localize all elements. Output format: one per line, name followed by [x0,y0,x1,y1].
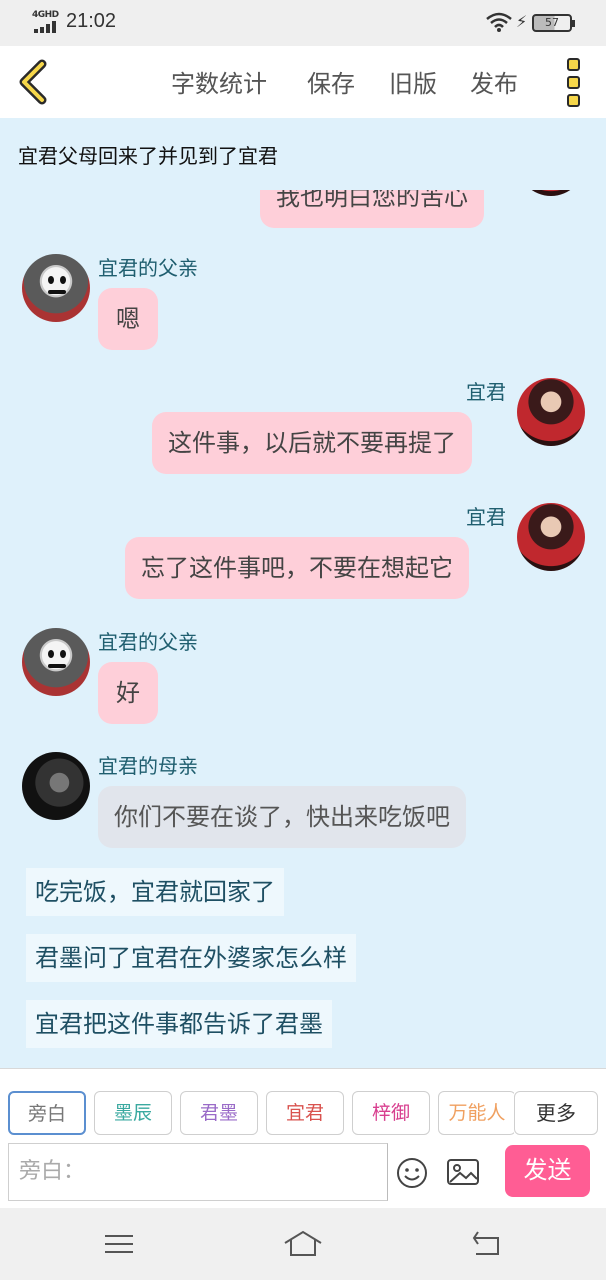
speaker-name: 宜君的母亲 [98,754,198,778]
avatar[interactable] [22,628,90,696]
home-icon[interactable] [283,1228,323,1260]
more-roles-button[interactable]: 更多 [514,1091,598,1135]
image-icon[interactable] [446,1157,480,1187]
menu-icon[interactable] [100,1228,140,1260]
more-menu-button[interactable] [562,58,586,108]
signal-icon [34,21,58,33]
back-nav-icon[interactable] [468,1228,508,1260]
editor-toolbar: 字数统计 保存 旧版 发布 [0,46,606,118]
role-button[interactable]: 万能人 [438,1091,514,1135]
avatar[interactable] [517,190,585,196]
word-count-button[interactable]: 字数统计 [171,64,267,99]
message-bubble[interactable]: 我也明白您的苦心 [260,190,484,228]
charging-icon: ⚡ [516,12,528,31]
message-bubble[interactable]: 你们不要在谈了，快出来吃饭吧 [98,786,466,848]
dialogue-input[interactable]: 旁白： [8,1143,388,1201]
speaker-name: 宜君的父亲 [98,256,198,280]
network-type: 4GHD [32,10,59,20]
wifi-icon [486,12,512,36]
avatar[interactable] [22,752,90,820]
chapter-title: 宜君父母回来了并见到了宜君 [18,144,278,168]
role-button[interactable]: 宜君 [266,1091,344,1135]
message-list[interactable]: 我也明白您的苦心 宜君的父亲 嗯 宜君 这件事，以后就不要再提了 宜君 忘了这件… [0,190,606,1068]
send-button[interactable]: 发送 [505,1145,590,1197]
clock: 21:02 [66,10,117,32]
publish-button[interactable]: 发布 [470,64,518,99]
battery-icon: 57 [532,14,575,32]
message-bubble[interactable]: 这件事，以后就不要再提了 [152,412,472,474]
old-version-button[interactable]: 旧版 [389,64,437,99]
narration-line[interactable]: 君墨问了宜君在外婆家怎么样 [26,934,356,982]
avatar[interactable] [517,378,585,446]
speaker-name: 宜君 [466,380,506,404]
role-selector[interactable]: 旁白 墨辰 君墨 宜君 梓御 万能人 [0,1091,514,1137]
message-bubble[interactable]: 好 [98,662,158,724]
narration-line[interactable]: 宜君把这件事都告诉了君墨 [26,1000,332,1048]
message-bubble[interactable]: 嗯 [98,288,158,350]
composer-panel: 旁白 墨辰 君墨 宜君 梓御 万能人 更多 旁白： 发送 [0,1068,606,1208]
story-chat-area[interactable]: 宜君父母回来了并见到了宜君 我也明白您的苦心 宜君的父亲 嗯 宜君 这件事，以后… [0,118,606,1068]
speaker-name: 宜君的父亲 [98,630,198,654]
save-button[interactable]: 保存 [307,64,355,99]
narration-line[interactable]: 吃完饭，宜君就回家了 [26,868,284,916]
avatar[interactable] [22,254,90,322]
system-nav-bar [0,1208,606,1280]
status-bar: 4GHD 21:02 ⚡ 57 [0,0,606,46]
emoji-icon[interactable] [396,1157,428,1189]
role-button[interactable]: 墨辰 [94,1091,172,1135]
back-button[interactable] [14,58,54,106]
speaker-name: 宜君 [466,505,506,529]
avatar[interactable] [517,503,585,571]
role-button[interactable]: 旁白 [8,1091,86,1135]
role-button[interactable]: 君墨 [180,1091,258,1135]
role-button[interactable]: 梓御 [352,1091,430,1135]
message-bubble[interactable]: 忘了这件事吧，不要在想起它 [125,537,469,599]
